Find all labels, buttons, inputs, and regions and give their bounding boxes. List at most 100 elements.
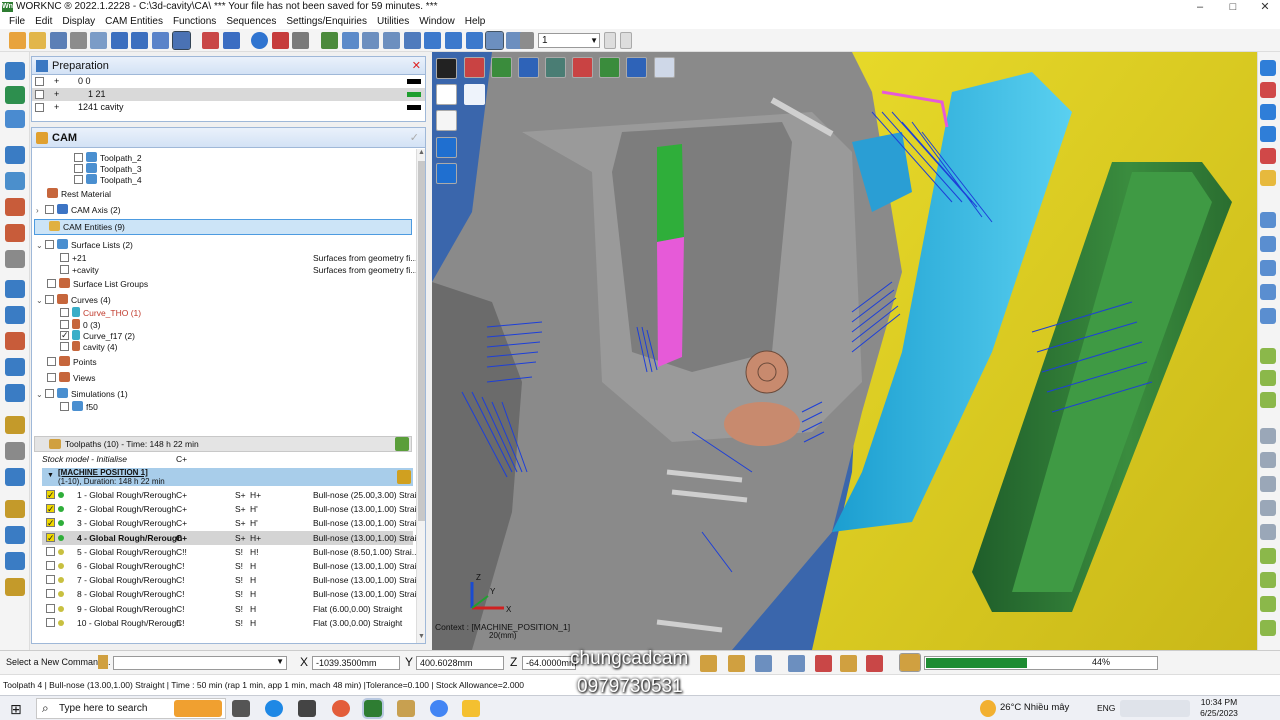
view-icon[interactable]	[1260, 170, 1276, 186]
shading-icon[interactable]	[272, 32, 289, 49]
chrome-icon[interactable]	[430, 700, 448, 717]
maximize-button[interactable]: □	[1220, 0, 1246, 14]
surface-icon[interactable]	[5, 86, 25, 104]
tree-checkbox[interactable]	[47, 279, 56, 288]
windows-start-icon[interactable]: ⊞	[10, 701, 22, 718]
tree-checkbox[interactable]	[45, 240, 54, 249]
toolpath-row[interactable]: 1 - Global Rough/ReroughC+ S+ H+ Bull-nose …	[42, 488, 424, 502]
shaded-icon[interactable]	[436, 137, 457, 158]
doc-icon[interactable]	[5, 552, 25, 570]
edit-toolpath-icon[interactable]	[5, 500, 25, 518]
select-icon[interactable]	[520, 32, 534, 49]
view-red-cube-icon[interactable]	[464, 57, 485, 78]
tool-icon[interactable]	[1260, 212, 1276, 228]
view-green-cube-icon[interactable]	[491, 57, 512, 78]
3d-viewport[interactable]: Z X Y Context : [MACHINE_POSITION_1] 20(…	[432, 52, 1257, 650]
report-icon[interactable]	[5, 442, 25, 460]
zoom-icon[interactable]	[1260, 348, 1276, 364]
holder-icon[interactable]	[5, 306, 25, 324]
view-blue-cube-icon[interactable]	[518, 57, 539, 78]
menu-file[interactable]: File	[4, 14, 30, 29]
tree-checkbox[interactable]	[60, 402, 69, 411]
menu-display[interactable]: Display	[57, 14, 100, 29]
view-side-icon[interactable]	[599, 57, 620, 78]
tool-icon[interactable]	[1260, 308, 1276, 324]
prep-row[interactable]: + 1241 cavity	[32, 101, 425, 114]
settings-icon[interactable]	[1260, 596, 1276, 612]
prep-row[interactable]: + 1 21	[32, 88, 425, 101]
macro-icon[interactable]	[5, 384, 25, 402]
tool-icon[interactable]	[202, 32, 219, 49]
spin-icon[interactable]	[445, 32, 462, 49]
pan-icon[interactable]	[1260, 370, 1276, 386]
calculate-icon[interactable]	[788, 655, 805, 672]
curve-icon[interactable]	[5, 110, 25, 128]
tree-item-surface-cavity[interactable]: +cavity Surfaces from geometry fi...	[60, 264, 417, 277]
zoom-window-icon[interactable]	[362, 32, 379, 49]
cube-view-icon[interactable]	[1260, 60, 1276, 76]
tree-item-views[interactable]: Views	[47, 372, 96, 385]
report-icon[interactable]	[840, 655, 857, 672]
settings-icon[interactable]	[1260, 620, 1276, 636]
block-icon[interactable]	[5, 146, 25, 164]
stock-icon[interactable]	[5, 172, 25, 190]
menu-edit[interactable]: Edit	[30, 14, 57, 29]
close-window-button[interactable]: ✕	[1252, 0, 1278, 14]
weather[interactable]: 26°C Nhiều mây	[1000, 702, 1069, 713]
menu-utilities[interactable]: Utilities	[372, 14, 414, 29]
view-list-icon[interactable]	[342, 32, 359, 49]
tree-checkbox[interactable]	[74, 175, 83, 184]
tree-checkbox[interactable]	[60, 342, 69, 351]
report-icon[interactable]	[866, 655, 883, 672]
tree-item-surface-list-groups[interactable]: Surface List Groups	[47, 278, 148, 291]
tree-checkbox[interactable]	[74, 153, 83, 162]
run-icon[interactable]	[395, 437, 409, 451]
scroll-thumb[interactable]	[418, 161, 425, 521]
toolpath-row[interactable]: 4 - Global Rough/ReroughC+ S+ H+ Bull-nose …	[42, 530, 424, 545]
view-iso-icon[interactable]	[545, 57, 566, 78]
export-icon[interactable]	[5, 578, 25, 596]
tree-checkbox[interactable]	[60, 265, 69, 274]
filter-icon[interactable]	[5, 526, 25, 544]
settings-icon[interactable]	[1260, 572, 1276, 588]
view-front-icon[interactable]	[572, 57, 593, 78]
tree-item-curve-cavity[interactable]: cavity (4)	[60, 341, 117, 354]
save-icon[interactable]	[50, 32, 67, 49]
cube-view-icon[interactable]	[1260, 104, 1276, 120]
collapse-icon[interactable]: ⌄	[36, 294, 45, 307]
print-icon[interactable]	[90, 32, 107, 49]
save-as-icon[interactable]	[70, 32, 87, 49]
tree-item-f50[interactable]: f50	[60, 401, 98, 414]
tree-item-cam-axis[interactable]: › CAM Axis (2)	[36, 204, 121, 217]
toolpath-row[interactable]: 10 - Global Rough/Rerough C! S! H Flat (3.00…	[42, 616, 413, 630]
next-icon[interactable]	[620, 32, 632, 49]
file-explorer-icon[interactable]	[462, 700, 480, 717]
system-tray-icons[interactable]	[1120, 700, 1190, 717]
edge-icon[interactable]	[265, 700, 283, 717]
toolpath-checkbox[interactable]	[46, 502, 55, 516]
rotate-icon[interactable]	[1260, 392, 1276, 408]
tree-item-surface-lists[interactable]: ⌄ Surface Lists (2)	[36, 239, 133, 252]
cube-view-icon[interactable]	[1260, 126, 1276, 142]
measure-icon[interactable]	[223, 32, 240, 49]
toolpath-checkbox[interactable]	[46, 488, 55, 502]
machine-icon[interactable]	[397, 470, 411, 484]
zoom-icon[interactable]	[383, 32, 400, 49]
machine-icon[interactable]	[5, 358, 25, 376]
app-icon[interactable]	[397, 700, 415, 717]
menu-settings[interactable]: Settings/Enquiries	[281, 14, 372, 29]
section-icon[interactable]	[1260, 428, 1276, 444]
hamburger-menu-icon[interactable]	[436, 58, 457, 79]
toolpath-row[interactable]: 3 - Global Rough/ReroughC+ S+ H' Bull-nose …	[42, 516, 424, 530]
tree-item-simulations[interactable]: ⌄ Simulations (1)	[36, 388, 128, 401]
toolpath-row[interactable]: 9 - Global Rough/Rerough C! S! H Flat (6.00,…	[42, 602, 413, 616]
snap-icon[interactable]	[755, 655, 772, 672]
toolpath-checkbox[interactable]	[46, 561, 55, 570]
calculate-icon[interactable]	[815, 655, 832, 672]
toolpath-row[interactable]: 6 - Global Rough/Rerough C! S! H Bull-nose (…	[42, 559, 424, 573]
xyz-axis-icon[interactable]	[464, 84, 485, 105]
menu-window[interactable]: Window	[414, 14, 460, 29]
expand-icon[interactable]: ›	[36, 204, 45, 217]
toolpath-checkbox[interactable]	[46, 589, 55, 599]
toolpath-checkbox[interactable]	[46, 603, 55, 613]
